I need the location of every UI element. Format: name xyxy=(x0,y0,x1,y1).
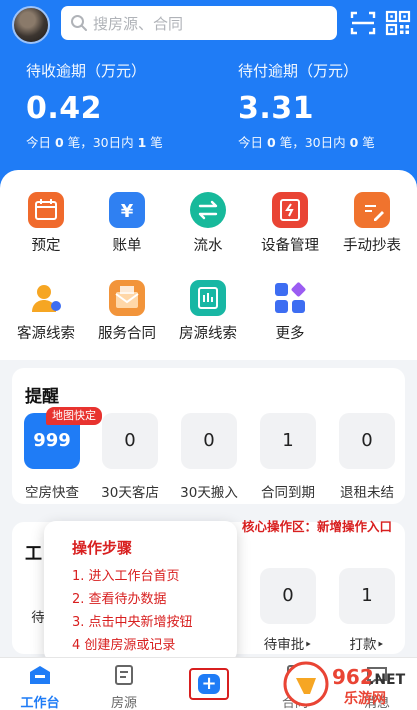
payable-overdue-value: 3.31 xyxy=(238,91,315,126)
quick-item-flow[interactable]: 流水 xyxy=(168,192,248,255)
workbench-tile-payment[interactable]: 1 xyxy=(339,568,395,624)
quick-item-service-contract[interactable]: 服务合同 xyxy=(87,280,167,343)
receivable-overdue-label: 待收逾期（万元） xyxy=(26,62,147,80)
reminder-label: 空房快查 xyxy=(25,485,79,501)
yuan-bill-icon: ¥ xyxy=(109,192,145,228)
tab-houses[interactable]: 房源 xyxy=(89,658,159,710)
quick-item-meter-reading[interactable]: 手动抄表 xyxy=(332,192,412,255)
workbench-tile-approval[interactable]: 0 xyxy=(260,568,316,624)
reminder-label: 30天客店 xyxy=(101,485,159,501)
svg-text:.NET: .NET xyxy=(369,672,406,688)
workbench-icon xyxy=(30,666,50,684)
step-item: 3. 点击中央新增按钮 xyxy=(72,615,193,630)
receivable-overdue[interactable]: 待收逾期（万元） 0.42 今日 0 笔，30日内 1 笔 xyxy=(26,60,163,151)
qr-code-icon[interactable] xyxy=(384,9,412,37)
edit-note-icon xyxy=(354,192,390,228)
calendar-icon xyxy=(28,192,64,228)
avatar[interactable] xyxy=(12,6,50,44)
quick-item-label: 预定 xyxy=(31,238,61,254)
quick-item-more[interactable]: 更多 xyxy=(250,280,330,343)
map-quick-badge: 地图快定 xyxy=(46,407,102,425)
quick-item-label: 房源线索 xyxy=(179,326,237,342)
payable-overdue-label: 待付逾期（万元） xyxy=(238,62,359,80)
reminder-label: 退租未结 xyxy=(340,485,394,501)
quick-item-label: 账单 xyxy=(112,238,142,254)
search-placeholder: 搜房源、合同 xyxy=(93,15,184,33)
steps-popup: 操作步骤 1. 进入工作台首页 2. 查看待办数据 3. 点击中央新增按钮 4 … xyxy=(44,521,237,663)
svg-text:¥: ¥ xyxy=(121,201,134,222)
reminder-tile-30day-customers[interactable]: 0 xyxy=(102,413,158,469)
add-new-button[interactable]: + xyxy=(189,668,229,700)
more-grid-icon xyxy=(272,280,308,316)
payable-overdue-detail: 今日 0 笔，30日内 0 笔 xyxy=(238,135,375,150)
meter-icon xyxy=(272,192,308,228)
receivable-overdue-detail: 今日 0 笔，30日内 1 笔 xyxy=(26,135,163,150)
svg-text:962: 962 xyxy=(332,665,374,689)
workbench-title: 工 xyxy=(25,544,42,564)
quick-item-reserve[interactable]: 预定 xyxy=(6,192,86,255)
tab-workbench[interactable]: 工作台 xyxy=(5,658,75,710)
reminder-tile-30day-movein[interactable]: 0 xyxy=(181,413,237,469)
scan-icon[interactable] xyxy=(349,9,377,37)
quick-item-customer-leads[interactable]: 客源线索 xyxy=(6,280,86,343)
svg-text:乐游网: 乐游网 xyxy=(344,690,386,707)
house-lead-icon xyxy=(190,280,226,316)
reminder-label: 合同到期 xyxy=(261,485,315,501)
workbench-label-payment[interactable]: 打款‣ xyxy=(327,633,407,653)
workbench-label-approval[interactable]: 待审批‣ xyxy=(248,633,328,653)
contract-mail-icon xyxy=(109,280,145,316)
receivable-overdue-value: 0.42 xyxy=(26,91,103,126)
step-item: 1. 进入工作台首页 xyxy=(72,569,180,584)
house-doc-icon xyxy=(115,665,133,685)
payable-overdue[interactable]: 待付逾期（万元） 3.31 今日 0 笔，30日内 0 笔 xyxy=(238,60,375,151)
core-operation-note: 核心操作区：新增操作入口 xyxy=(242,519,393,534)
quick-item-label: 手动抄表 xyxy=(343,238,401,254)
tab-label: 房源 xyxy=(110,696,137,710)
quick-item-label: 更多 xyxy=(275,326,305,342)
reminder-tile-contract-expiry[interactable]: 1 xyxy=(260,413,316,469)
quick-item-house-leads[interactable]: 房源线索 xyxy=(168,280,248,343)
quick-item-label: 服务合同 xyxy=(98,326,156,342)
step-item: 2. 查看待办数据 xyxy=(72,592,167,607)
search-icon xyxy=(71,15,87,31)
quick-item-device[interactable]: 设备管理 xyxy=(250,192,330,255)
reminder-tile-unsettled[interactable]: 0 xyxy=(339,413,395,469)
tab-label: 工作台 xyxy=(20,696,60,710)
quick-item-label: 客源线索 xyxy=(17,326,75,342)
steps-title: 操作步骤 xyxy=(72,539,133,557)
reminder-label: 30天搬入 xyxy=(180,485,238,501)
customer-icon xyxy=(28,280,64,316)
quick-actions: 预定 ¥ 账单 流水 设备管理 手动抄表 客源线索 服务合同 房源线索 更多 xyxy=(0,170,417,360)
step-item: 4 创建房源或记录 xyxy=(72,638,176,653)
quick-item-bill[interactable]: ¥ 账单 xyxy=(87,192,167,255)
site-watermark: 962 .NET 乐游网 xyxy=(283,661,406,707)
quick-item-label: 流水 xyxy=(193,238,223,254)
reminder-title: 提醒 xyxy=(25,387,59,407)
transfer-icon xyxy=(190,192,226,228)
search-bar[interactable]: 搜房源、合同 xyxy=(61,6,337,40)
plus-icon: + xyxy=(198,674,220,694)
quick-item-label: 设备管理 xyxy=(261,238,319,254)
